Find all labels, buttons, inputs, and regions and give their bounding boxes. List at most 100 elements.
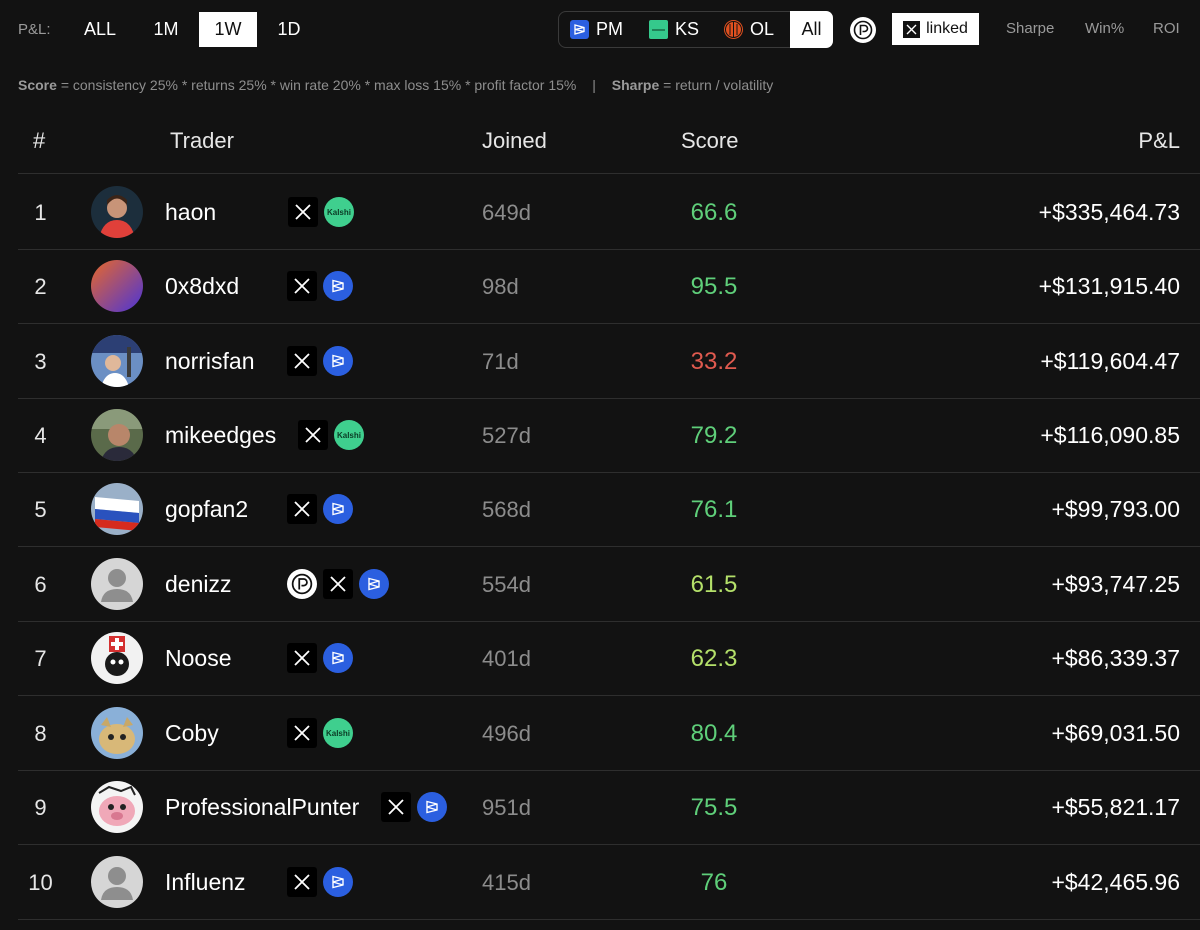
avatar[interactable] bbox=[91, 483, 143, 535]
table-row[interactable]: 9 ProfessionalPunter 951d 75.5 +$55,821.… bbox=[18, 770, 1200, 845]
x-profile-icon[interactable] bbox=[287, 643, 317, 673]
joined-cell: 554d bbox=[482, 572, 531, 597]
polymarket-icon[interactable] bbox=[359, 569, 389, 599]
polymarket-icon[interactable] bbox=[417, 792, 447, 822]
joined-cell: 98d bbox=[482, 274, 519, 299]
platform-logo-icon[interactable] bbox=[287, 569, 317, 599]
table-row[interactable]: 10 Influenz 415d 76 +$42,465.96 bbox=[18, 845, 1200, 920]
score-formula-text: = consistency 25% * returns 25% * win ra… bbox=[60, 77, 577, 93]
x-profile-icon[interactable] bbox=[287, 346, 317, 376]
score-cell: 76 bbox=[700, 869, 728, 896]
avatar[interactable] bbox=[91, 632, 143, 684]
kalshi-icon[interactable]: Kalshi bbox=[323, 718, 353, 748]
polymarket-icon[interactable] bbox=[323, 494, 353, 524]
polymarket-icon[interactable] bbox=[323, 643, 353, 673]
sort-win-rate-button[interactable]: Win% bbox=[1085, 20, 1124, 37]
column-pnl-header[interactable]: P&L bbox=[1138, 128, 1180, 154]
polymarket-icon[interactable] bbox=[323, 346, 353, 376]
rank-cell: 3 bbox=[34, 349, 47, 374]
pnl-cell: +$86,339.37 bbox=[1051, 645, 1180, 671]
avatar[interactable] bbox=[91, 186, 143, 238]
trader-name[interactable]: gopfan2 bbox=[165, 496, 248, 523]
leaderboard-header: # Trader Joined Score P&L bbox=[18, 104, 1200, 174]
avatar[interactable] bbox=[91, 781, 143, 833]
x-profile-icon[interactable] bbox=[381, 792, 411, 822]
avatar[interactable] bbox=[91, 558, 143, 610]
trader-name[interactable]: mikeedges bbox=[165, 422, 276, 449]
table-row[interactable]: 1 haon Kalshi 649d 66.6 +$335,464.73 bbox=[18, 175, 1200, 250]
rank-cell: 6 bbox=[34, 572, 47, 597]
trader-name[interactable]: Coby bbox=[165, 720, 219, 747]
score-cell: 61.5 bbox=[690, 571, 738, 598]
polymarket-icon[interactable] bbox=[323, 867, 353, 897]
pnl-cell: +$335,464.73 bbox=[1038, 199, 1180, 225]
trader-badges bbox=[287, 494, 359, 524]
column-rank-header: # bbox=[33, 128, 46, 153]
pnl-filter-label: P&L: bbox=[18, 21, 51, 38]
pnl-cell: +$99,793.00 bbox=[1051, 496, 1180, 522]
table-row[interactable]: 4 mikeedges Kalshi 527d 79.2 +$116,090.8… bbox=[18, 398, 1200, 473]
avatar[interactable] bbox=[91, 409, 143, 461]
avatar[interactable] bbox=[91, 260, 143, 312]
avatar[interactable] bbox=[91, 856, 143, 908]
trader-badges bbox=[287, 271, 359, 301]
trader-name[interactable]: Influenz bbox=[165, 869, 246, 896]
x-profile-icon[interactable] bbox=[288, 197, 318, 227]
pnl-cell: +$42,465.96 bbox=[1051, 869, 1180, 895]
trader-name[interactable]: haon bbox=[165, 199, 216, 226]
avatar[interactable] bbox=[91, 335, 143, 387]
column-score-header[interactable]: Score bbox=[681, 128, 738, 154]
pnl-cell: +$131,915.40 bbox=[1038, 273, 1180, 299]
sharpe-formula-text: = return / volatility bbox=[663, 77, 774, 93]
x-profile-icon[interactable] bbox=[323, 569, 353, 599]
trader-name[interactable]: ProfessionalPunter bbox=[165, 794, 359, 821]
kalshi-icon[interactable]: Kalshi bbox=[334, 420, 364, 450]
trader-badges bbox=[381, 792, 453, 822]
x-profile-icon[interactable] bbox=[287, 867, 317, 897]
trader-name[interactable]: 0x8dxd bbox=[165, 273, 239, 300]
x-linked-label: linked bbox=[926, 20, 968, 37]
score-cell: 66.6 bbox=[690, 199, 738, 226]
joined-cell: 401d bbox=[482, 646, 531, 671]
x-logo-icon bbox=[903, 20, 921, 38]
rank-cell: 4 bbox=[34, 423, 47, 448]
x-profile-icon[interactable] bbox=[287, 718, 317, 748]
joined-cell: 496d bbox=[482, 721, 531, 746]
table-row[interactable]: 2 0x8dxd 98d 95.5 +$131,915.40 bbox=[18, 249, 1200, 324]
period-1d-button[interactable]: 1D bbox=[262, 12, 316, 47]
avatar[interactable] bbox=[91, 707, 143, 759]
sort-sharpe-button[interactable]: Sharpe bbox=[1006, 20, 1054, 37]
x-profile-icon[interactable] bbox=[287, 494, 317, 524]
x-profile-icon[interactable] bbox=[298, 420, 328, 450]
platform-logo-filter-icon[interactable] bbox=[850, 17, 876, 43]
polymarket-icon bbox=[570, 20, 589, 39]
table-row[interactable]: 5 gopfan2 568d 76.1 +$99,793.00 bbox=[18, 472, 1200, 547]
source-ks-button[interactable]: KS bbox=[649, 12, 699, 47]
trader-badges: Kalshi bbox=[298, 420, 370, 450]
table-row[interactable]: 7 Noose 401d 62.3 +$86,339.37 bbox=[18, 621, 1200, 696]
trader-name[interactable]: Noose bbox=[165, 645, 231, 672]
x-linked-filter-button[interactable]: linked bbox=[892, 13, 979, 45]
trader-badges bbox=[287, 643, 359, 673]
trader-name[interactable]: denizz bbox=[165, 571, 231, 598]
source-all-button[interactable]: All bbox=[790, 11, 833, 48]
source-pm-button[interactable]: PM bbox=[570, 12, 623, 47]
source-ks-label: KS bbox=[675, 19, 700, 39]
polymarket-icon[interactable] bbox=[323, 271, 353, 301]
x-profile-icon[interactable] bbox=[287, 271, 317, 301]
source-pm-label: PM bbox=[596, 19, 623, 39]
trader-badges bbox=[287, 569, 395, 599]
table-row[interactable]: 3 norrisfan 71d 33.2 +$119,604.47 bbox=[18, 324, 1200, 399]
sort-roi-button[interactable]: ROI bbox=[1153, 20, 1180, 37]
trader-badges: Kalshi bbox=[288, 197, 360, 227]
period-1w-button[interactable]: 1W bbox=[199, 12, 257, 47]
period-all-button[interactable]: ALL bbox=[70, 12, 130, 47]
period-1m-button[interactable]: 1M bbox=[138, 12, 194, 47]
trader-name[interactable]: norrisfan bbox=[165, 348, 254, 375]
table-row[interactable]: 6 denizz 554d 61.5 +$93,747.25 bbox=[18, 547, 1200, 622]
table-row[interactable]: 8 Coby Kalshi 496d 80.4 +$69,031.50 bbox=[18, 696, 1200, 771]
column-joined-header[interactable]: Joined bbox=[482, 128, 547, 154]
source-ol-button[interactable]: OL bbox=[724, 12, 774, 47]
pnl-cell: +$119,604.47 bbox=[1040, 348, 1180, 374]
kalshi-icon[interactable]: Kalshi bbox=[324, 197, 354, 227]
